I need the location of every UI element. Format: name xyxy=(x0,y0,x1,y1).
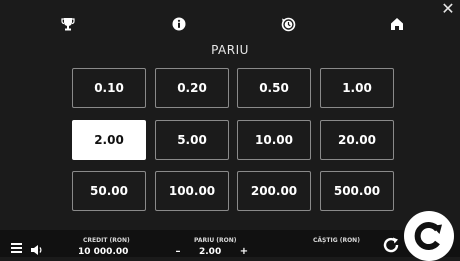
bet-option-100-00[interactable]: 100.00 xyxy=(155,171,229,211)
history-icon[interactable] xyxy=(280,16,296,32)
info-icon[interactable] xyxy=(171,16,187,32)
bet-option-500-00[interactable]: 500.00 xyxy=(320,171,394,211)
bet-option-1-00[interactable]: 1.00 xyxy=(320,68,394,108)
trophy-icon[interactable] xyxy=(60,16,76,32)
bet-option-0-20[interactable]: 0.20 xyxy=(155,68,229,108)
bet-option-10-00[interactable]: 10.00 xyxy=(237,120,311,160)
spin-button[interactable] xyxy=(404,211,454,261)
bet-option-200-00[interactable]: 200.00 xyxy=(237,171,311,211)
increase-bet-button[interactable]: + xyxy=(239,247,249,257)
bet-option-20-00[interactable]: 20.00 xyxy=(320,120,394,160)
bet-options-grid: 0.10 0.20 0.50 1.00 2.00 5.00 10.00 20.0… xyxy=(72,68,394,213)
menu-icon[interactable] xyxy=(11,243,22,253)
sound-icon[interactable] xyxy=(30,241,44,255)
close-button[interactable]: ✕ xyxy=(440,1,456,17)
top-nav-bar: ✕ xyxy=(0,0,460,38)
bet-option-0-10[interactable]: 0.10 xyxy=(72,68,146,108)
credit-value: 10 000.00 xyxy=(78,247,129,257)
bet-section-title: PARIU xyxy=(211,43,249,57)
bet-label: PARIU (RON) xyxy=(194,237,237,244)
bet-option-50-00[interactable]: 50.00 xyxy=(72,171,146,211)
bet-option-2-00[interactable]: 2.00 xyxy=(72,120,146,160)
credit-label: CREDIT (RON) xyxy=(83,237,130,244)
bet-option-0-50[interactable]: 0.50 xyxy=(237,68,311,108)
spin-icon xyxy=(414,222,442,250)
decrease-bet-button[interactable]: – xyxy=(173,247,183,257)
bet-option-5-00[interactable]: 5.00 xyxy=(155,120,229,160)
home-icon[interactable] xyxy=(389,16,405,32)
win-label: CÂȘTIG (RON) xyxy=(313,237,360,244)
bet-value: 2.00 xyxy=(199,247,222,257)
autoplay-icon[interactable] xyxy=(381,235,401,255)
